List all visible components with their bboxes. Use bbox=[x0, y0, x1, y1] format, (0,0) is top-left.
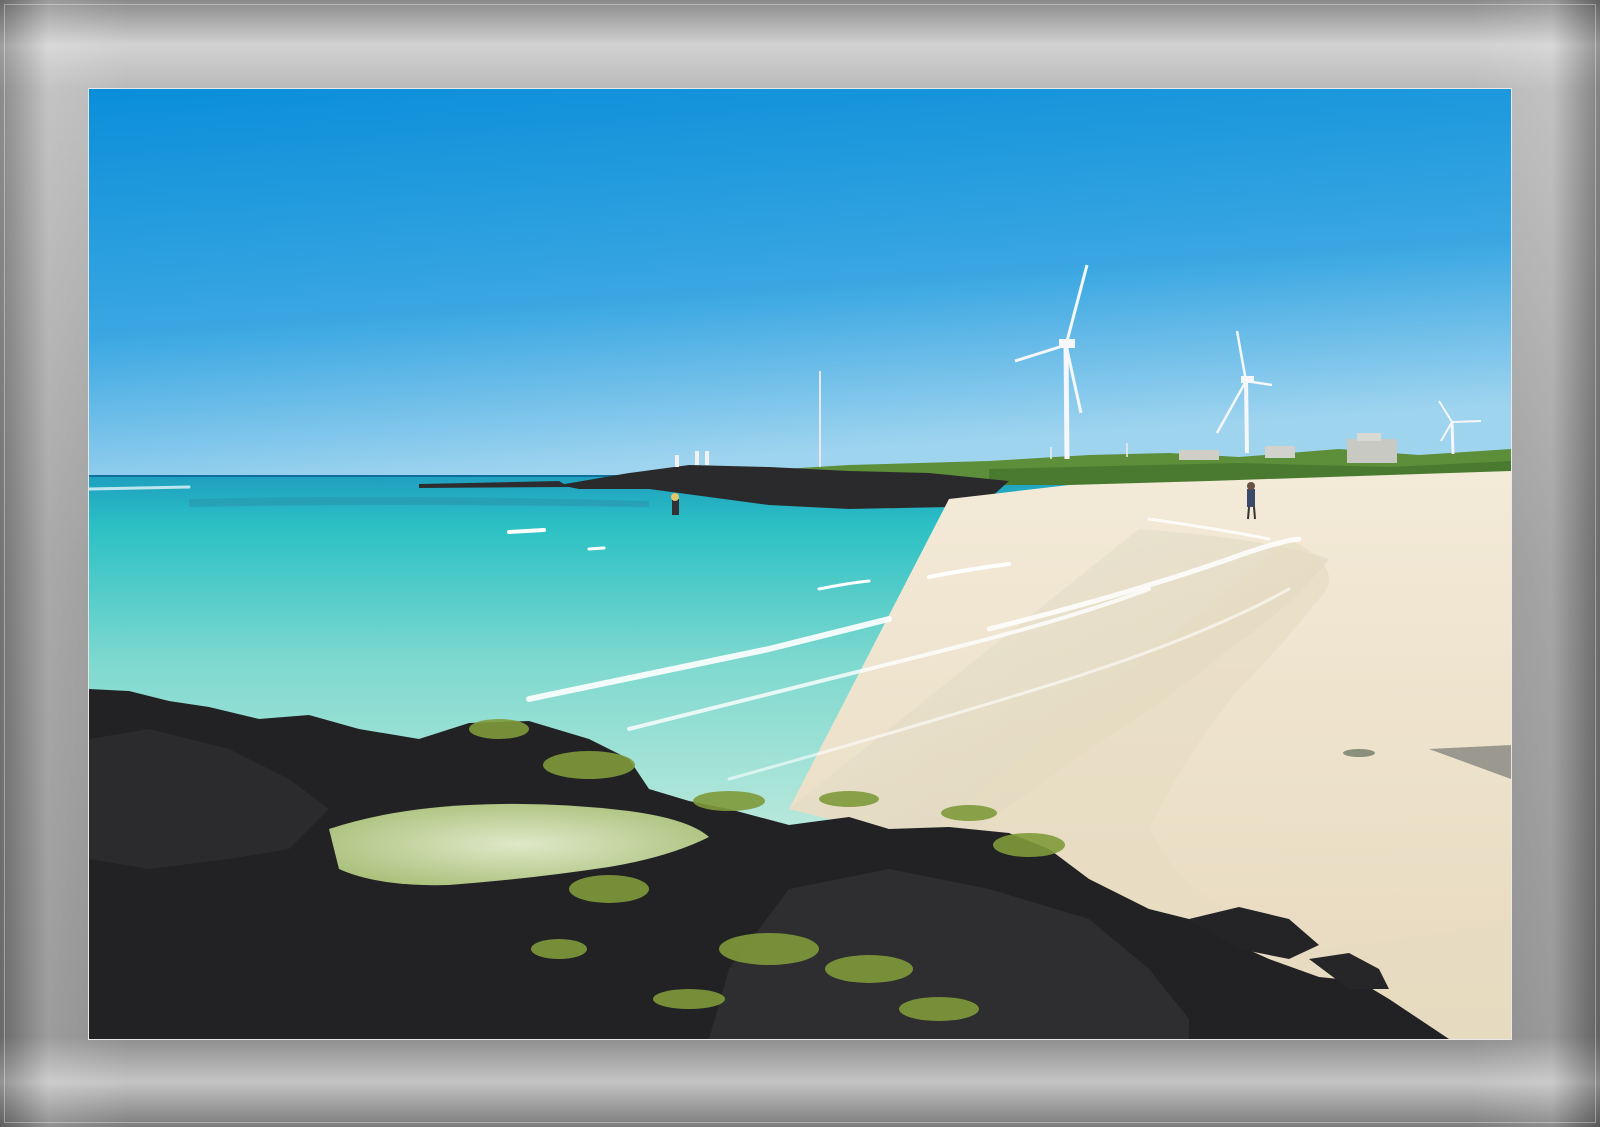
person bbox=[675, 455, 679, 467]
person bbox=[1247, 489, 1255, 507]
person bbox=[672, 499, 679, 515]
building bbox=[1347, 439, 1397, 463]
beach-scene bbox=[89, 89, 1511, 1039]
sky bbox=[89, 89, 1511, 479]
beach-photo bbox=[88, 88, 1512, 1040]
